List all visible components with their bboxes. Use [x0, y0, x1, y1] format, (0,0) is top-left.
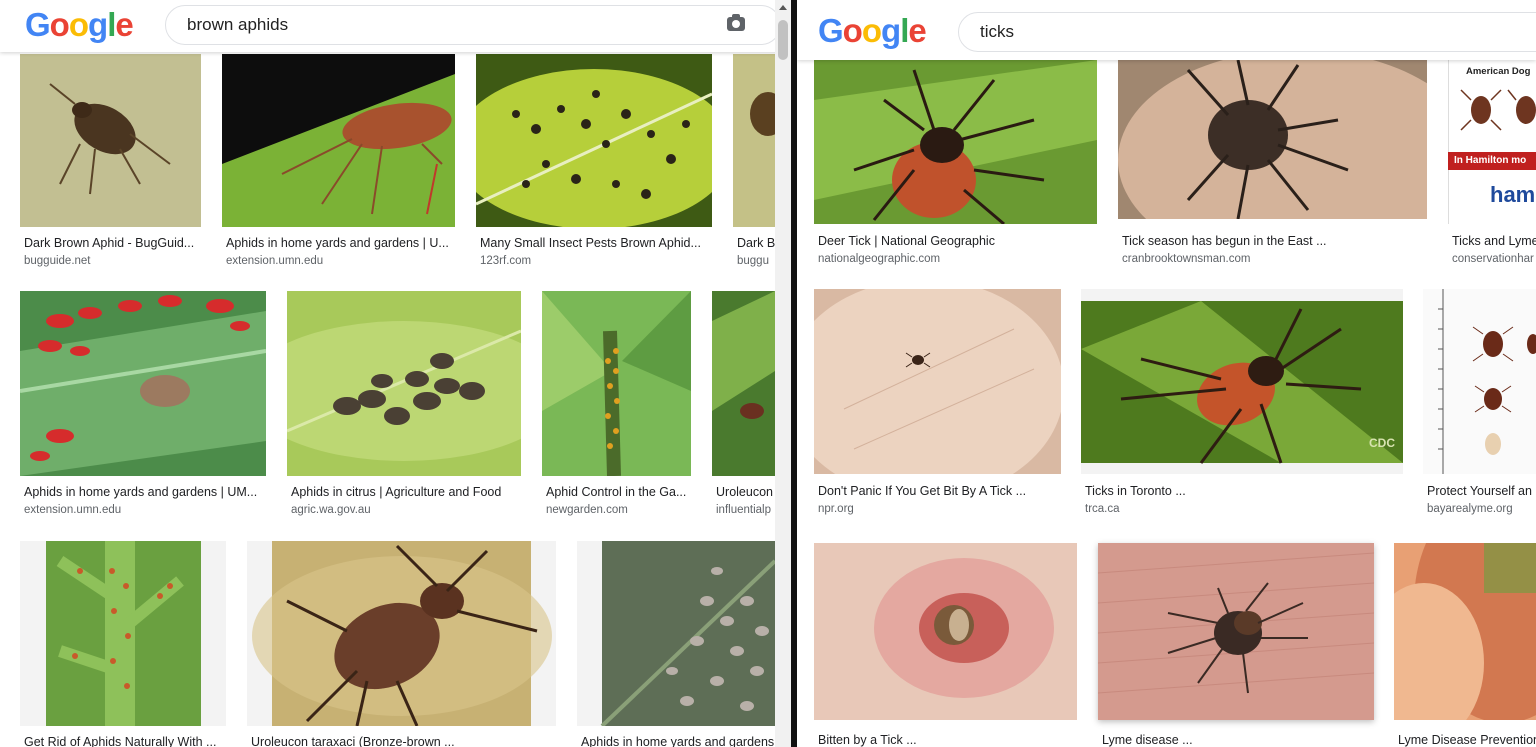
result-domain: agric.wa.gov.au	[291, 504, 371, 516]
search-query-text: ticks	[980, 22, 1014, 41]
result-thumbnail[interactable]	[222, 54, 455, 227]
result-thumbnail[interactable]	[814, 543, 1077, 720]
result-title[interactable]: Bitten by a Tick ...	[818, 733, 1077, 747]
image-result[interactable]: Aphids in home yards and gardens | UM...…	[20, 291, 266, 521]
result-title[interactable]: Ticks in Toronto ...	[1085, 484, 1403, 498]
result-title[interactable]: Get Rid of Aphids Naturally With ...	[24, 735, 226, 747]
image-result[interactable]: Deer Tick | National Geographic national…	[814, 60, 1097, 280]
result-domain: extension.umn.edu	[226, 255, 324, 267]
result-domain: trca.ca	[1085, 503, 1120, 515]
result-title[interactable]: Lyme disease ...	[1102, 733, 1374, 747]
image-caption-text: In Hamilton mo	[1448, 152, 1536, 170]
image-result[interactable]: American Dog In Hamilton mo ham Ticks an…	[1448, 60, 1536, 280]
result-thumbnail[interactable]	[733, 54, 775, 227]
image-result[interactable]: Uroleucon taraxaci (Bronze-brown ...	[247, 541, 556, 747]
result-thumbnail[interactable]: American Dog In Hamilton mo ham	[1448, 60, 1536, 224]
image-result[interactable]: Lyme Disease Prevention	[1394, 543, 1536, 747]
result-title[interactable]: Uroleucon	[716, 485, 779, 499]
result-title[interactable]: Deer Tick | National Geographic	[818, 234, 1097, 248]
search-header: Google ticks	[797, 0, 1536, 60]
result-thumbnail[interactable]	[1118, 60, 1427, 219]
result-domain: extension.umn.edu	[24, 504, 122, 516]
result-thumbnail[interactable]	[287, 291, 521, 476]
image-result[interactable]: Bitten by a Tick ...	[814, 543, 1077, 747]
search-input[interactable]: brown aphids	[165, 5, 781, 45]
image-result[interactable]: Get Rid of Aphids Naturally With ...	[20, 541, 226, 747]
image-result[interactable]: Don't Panic If You Get Bit By A Tick ...…	[814, 289, 1061, 519]
result-domain: buggu	[737, 255, 769, 267]
image-result[interactable]: Protect Yourself an bayarealyme.org	[1423, 289, 1536, 519]
result-domain: 123rf.com	[480, 255, 532, 267]
google-logo[interactable]: Google	[25, 6, 134, 44]
vertical-scrollbar[interactable]	[775, 0, 791, 747]
result-thumbnail[interactable]: CDC	[1081, 289, 1403, 474]
image-result[interactable]: CDC Ticks in Toronto ... trca.ca	[1081, 289, 1403, 519]
scroll-thumb[interactable]	[778, 20, 788, 60]
result-title[interactable]: Many Small Insect Pests Brown Aphid...	[480, 236, 712, 250]
result-title[interactable]: Aphids in home yards and gardens | UM...	[24, 485, 266, 499]
result-thumbnail[interactable]	[20, 291, 266, 476]
result-thumbnail[interactable]	[1423, 289, 1536, 474]
result-title[interactable]: Aphids in citrus | Agriculture and Food	[291, 485, 521, 499]
scroll-up-arrow-icon[interactable]	[779, 5, 787, 10]
result-domain: newgarden.com	[546, 504, 628, 516]
image-watermark-text: CDC	[1369, 436, 1395, 450]
result-domain: influentialp	[716, 504, 771, 516]
result-thumbnail[interactable]	[712, 291, 775, 476]
result-title[interactable]: Dark Brown Aphid - BugGuid...	[24, 236, 201, 250]
image-result[interactable]: Dark Brown Aphid - BugGuid... bugguide.n…	[20, 54, 201, 272]
result-title[interactable]: Aphids in home yards and gardens | U...	[226, 236, 455, 250]
image-caption-text: ham	[1490, 182, 1536, 207]
search-input[interactable]: ticks	[958, 12, 1536, 52]
result-thumbnail[interactable]	[542, 291, 691, 476]
search-header: Google brown aphids	[0, 0, 791, 52]
result-title[interactable]: Aphid Control in the Ga...	[546, 485, 691, 499]
right-browser-pane: Google ticks Deer Tick | National Geogra…	[797, 0, 1536, 747]
result-domain: nationalgeographic.com	[818, 253, 941, 265]
image-result[interactable]: Uroleucon influentialp	[712, 291, 775, 521]
result-title[interactable]: Don't Panic If You Get Bit By A Tick ...	[818, 484, 1061, 498]
image-result[interactable]: Many Small Insect Pests Brown Aphid... 1…	[476, 54, 712, 272]
search-query-text: brown aphids	[187, 15, 289, 34]
result-domain: npr.org	[818, 503, 854, 515]
result-title[interactable]: Uroleucon taraxaci (Bronze-brown ...	[251, 735, 556, 747]
result-title[interactable]: Lyme Disease Prevention	[1398, 733, 1536, 747]
result-domain: conservationhar	[1452, 253, 1534, 265]
result-thumbnail[interactable]	[20, 541, 226, 726]
result-title[interactable]: Protect Yourself an	[1427, 484, 1536, 498]
result-thumbnail[interactable]	[1098, 543, 1374, 720]
result-thumbnail[interactable]	[476, 54, 712, 227]
image-result[interactable]: Tick season has begun in the East ... cr…	[1118, 60, 1427, 280]
image-result[interactable]: Aphids in home yards and gardens	[577, 541, 775, 747]
result-title[interactable]: Ticks and Lyme	[1452, 234, 1536, 248]
result-thumbnail[interactable]	[1394, 543, 1536, 720]
result-thumbnail[interactable]	[814, 289, 1061, 474]
result-title[interactable]: Aphids in home yards and gardens	[581, 735, 779, 747]
image-result[interactable]: Aphid Control in the Ga... newgarden.com	[542, 291, 691, 521]
camera-icon[interactable]	[727, 14, 745, 31]
image-result[interactable]: Dark B buggu	[733, 54, 775, 272]
result-domain: cranbrooktownsman.com	[1122, 253, 1251, 265]
result-domain: bugguide.net	[24, 255, 91, 267]
image-result[interactable]: Aphids in home yards and gardens | U... …	[222, 54, 455, 272]
image-result[interactable]: Lyme disease ...	[1098, 543, 1374, 747]
result-thumbnail[interactable]	[814, 60, 1097, 224]
image-result[interactable]: Aphids in citrus | Agriculture and Food …	[287, 291, 521, 521]
image-caption-text: American Dog	[1466, 66, 1531, 77]
left-browser-pane: Google brown aphids Dark Brown Aphid - B…	[0, 0, 791, 747]
result-domain: bayarealyme.org	[1427, 503, 1513, 515]
result-title[interactable]: Dark B	[737, 236, 779, 250]
result-thumbnail[interactable]	[20, 54, 201, 227]
result-thumbnail[interactable]	[577, 541, 775, 726]
result-thumbnail[interactable]	[247, 541, 556, 726]
google-logo[interactable]: Google	[818, 12, 927, 50]
result-title[interactable]: Tick season has begun in the East ...	[1122, 234, 1427, 248]
